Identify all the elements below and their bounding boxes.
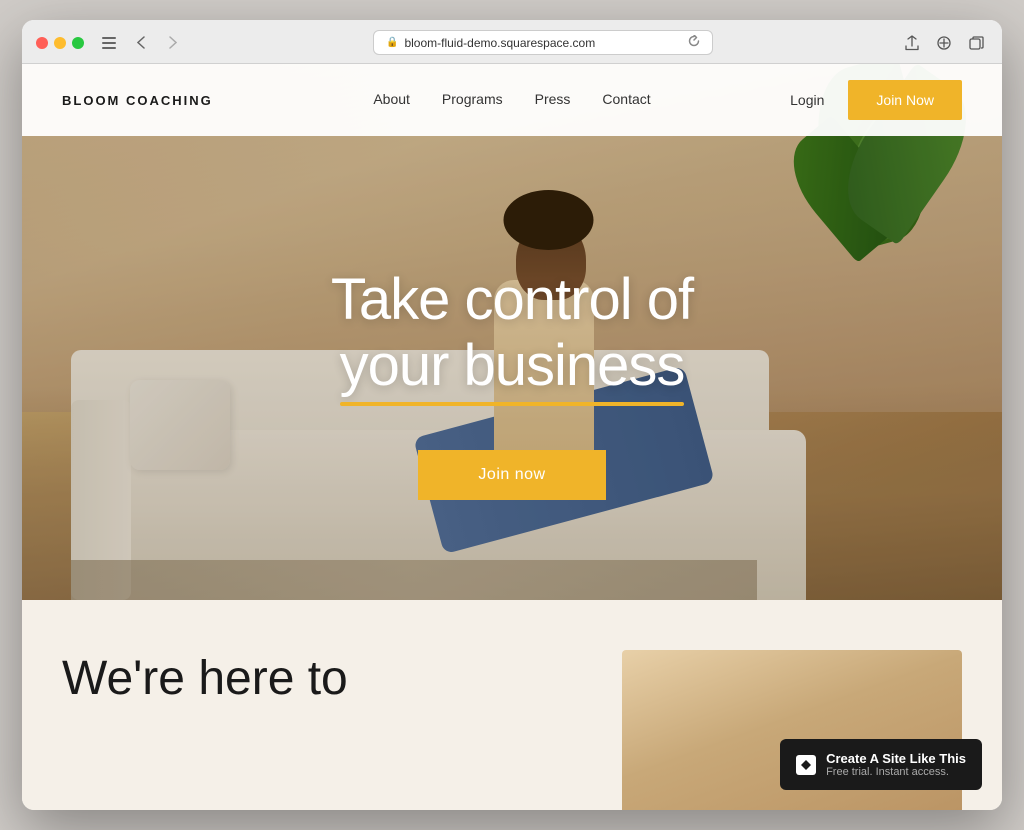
browser-window: 🔒 bloom-fluid-demo.squarespace.com: [22, 20, 1002, 810]
forward-icon[interactable]: [160, 33, 186, 53]
browser-controls: [96, 33, 186, 53]
hero-content: Take control of your business Join now: [212, 267, 812, 500]
nav-item-programs[interactable]: Programs: [442, 91, 503, 109]
hero-section: BLOOM COACHING About Programs Press Cont…: [22, 64, 1002, 600]
minimize-button[interactable]: [54, 37, 66, 49]
hero-headline: Take control of your business: [212, 267, 812, 400]
squarespace-badge-text: Create A Site Like This Free trial. Inst…: [826, 751, 966, 778]
nav-link-about[interactable]: About: [373, 91, 410, 107]
below-fold-heading: We're here to: [62, 650, 582, 708]
hero-cta-button[interactable]: Join now: [418, 450, 605, 500]
login-link[interactable]: Login: [790, 92, 824, 108]
join-now-button[interactable]: Join Now: [848, 80, 962, 120]
nav-link-programs[interactable]: Programs: [442, 91, 503, 107]
squarespace-logo-icon: [796, 755, 816, 775]
nav-actions: Login Join Now: [737, 80, 962, 120]
sidebar-toggle-icon[interactable]: [96, 33, 122, 53]
nav-link-press[interactable]: Press: [535, 91, 571, 107]
duplicate-icon[interactable]: [964, 31, 988, 55]
below-fold-heading-text: We're here to: [62, 652, 348, 705]
nav-item-press[interactable]: Press: [535, 91, 571, 109]
browser-chrome: 🔒 bloom-fluid-demo.squarespace.com: [22, 20, 1002, 64]
below-fold-text: We're here to: [62, 650, 582, 708]
squarespace-badge[interactable]: Create A Site Like This Free trial. Inst…: [780, 739, 982, 790]
back-icon[interactable]: [128, 33, 154, 53]
website: BLOOM COACHING About Programs Press Cont…: [22, 64, 1002, 810]
lock-icon: 🔒: [386, 37, 398, 48]
site-logo: BLOOM COACHING: [62, 93, 287, 108]
new-tab-icon[interactable]: [932, 31, 956, 55]
address-bar-container: 🔒 bloom-fluid-demo.squarespace.com: [198, 30, 888, 55]
nav-item-about[interactable]: About: [373, 91, 410, 109]
close-button[interactable]: [36, 37, 48, 49]
hero-headline-line2: your business: [340, 333, 685, 400]
site-header: BLOOM COACHING About Programs Press Cont…: [22, 64, 1002, 136]
browser-actions: [900, 31, 988, 55]
below-fold: We're here to Create A Site Like This Fr…: [22, 600, 1002, 810]
nav-links: About Programs Press Contact: [287, 91, 737, 109]
nav-item-contact[interactable]: Contact: [602, 91, 650, 109]
hero-headline-line1: Take control of: [331, 267, 693, 332]
squarespace-main-text: Create A Site Like This: [826, 751, 966, 766]
maximize-button[interactable]: [72, 37, 84, 49]
traffic-lights: [36, 37, 84, 49]
reload-icon[interactable]: [688, 35, 700, 50]
share-icon[interactable]: [900, 31, 924, 55]
address-bar[interactable]: 🔒 bloom-fluid-demo.squarespace.com: [373, 30, 713, 55]
squarespace-sub-text: Free trial. Instant access.: [826, 766, 966, 778]
nav-link-contact[interactable]: Contact: [602, 91, 650, 107]
url-text: bloom-fluid-demo.squarespace.com: [404, 36, 595, 50]
